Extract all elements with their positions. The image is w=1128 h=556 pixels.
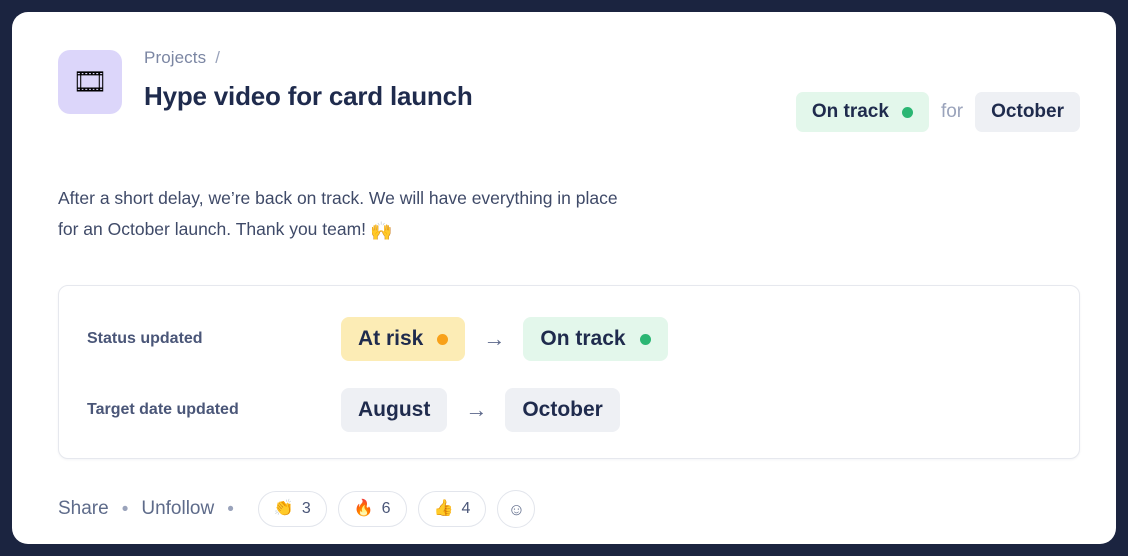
reaction-count: 6 — [381, 500, 391, 517]
update-body-sentence: After a short delay, we’re back on track… — [58, 188, 618, 239]
page-title: Hype video for card launch — [144, 81, 473, 111]
green-dot-icon — [901, 106, 913, 118]
card-header: 🎞 Projects / Hype video for card launch … — [58, 46, 1080, 138]
change-row-label: Target date updated — [87, 401, 239, 418]
arrow-right-icon: → — [465, 397, 488, 422]
date-to-chip: October — [505, 388, 620, 432]
reaction-fire[interactable]: 🔥 6 — [337, 491, 407, 527]
status-from-label: At risk — [358, 327, 424, 350]
reaction-count: 3 — [301, 500, 311, 517]
arrow-right-icon: → — [483, 326, 506, 351]
header-status-group: On track for October — [795, 92, 1080, 132]
status-to-chip: On track — [523, 317, 668, 361]
clap-emoji: 👏 — [273, 500, 294, 517]
changes-card: Status updated At risk → On track Target… — [58, 285, 1080, 459]
status-to-label: On track — [540, 327, 626, 350]
status-from-chip: At risk — [341, 317, 466, 361]
card-content: 🎞 Projects / Hype video for card launch … — [58, 46, 1080, 529]
raising-hands-emoji: 🙌 — [370, 221, 393, 241]
add-reaction-icon[interactable]: ☺ — [497, 490, 536, 528]
green-dot-icon — [639, 333, 651, 345]
breadcrumb-separator: / — [215, 48, 221, 67]
breadcrumb-item-projects[interactable]: Projects — [144, 48, 206, 68]
change-row-status: Status updated At risk → On track — [87, 308, 1051, 370]
footer-separator: • — [227, 498, 234, 520]
status-badge-label: On track — [811, 101, 889, 122]
breadcrumb: Projects / — [144, 46, 473, 70]
change-row-label: Status updated — [87, 330, 203, 347]
reaction-clap[interactable]: 👏 3 — [257, 491, 327, 527]
change-row-target-date: Target date updated August → October — [87, 379, 1051, 441]
for-label: for — [940, 101, 964, 122]
share-button[interactable]: Share — [58, 498, 109, 520]
header-text-block: Projects / Hype video for card launch — [144, 46, 473, 112]
update-body-text: After a short delay, we’re back on track… — [58, 183, 618, 247]
reaction-count: 4 — [461, 500, 471, 517]
project-avatar[interactable]: 🎞 — [58, 50, 122, 114]
reactions-bar: 👏 3 🔥 6 👍 4 ☺ — [257, 490, 536, 528]
film-strip-icon: 🎞 — [72, 66, 108, 97]
reaction-thumbs-up[interactable]: 👍 4 — [417, 491, 487, 527]
window-frame: 🎞 Projects / Hype video for card launch … — [0, 0, 1128, 556]
status-badge[interactable]: On track — [795, 92, 929, 132]
card-footer: Share • Unfollow • 👏 3 🔥 6 👍 4 ☺ — [58, 489, 1080, 529]
fire-emoji: 🔥 — [353, 500, 374, 517]
status-update-card: 🎞 Projects / Hype video for card launch … — [12, 12, 1116, 544]
unfollow-button[interactable]: Unfollow — [141, 498, 214, 520]
footer-separator: • — [121, 498, 129, 520]
target-date-badge[interactable]: October — [975, 92, 1080, 132]
orange-dot-icon — [437, 333, 449, 345]
thumbs-up-emoji: 👍 — [433, 500, 454, 517]
date-from-chip: August — [341, 388, 448, 432]
